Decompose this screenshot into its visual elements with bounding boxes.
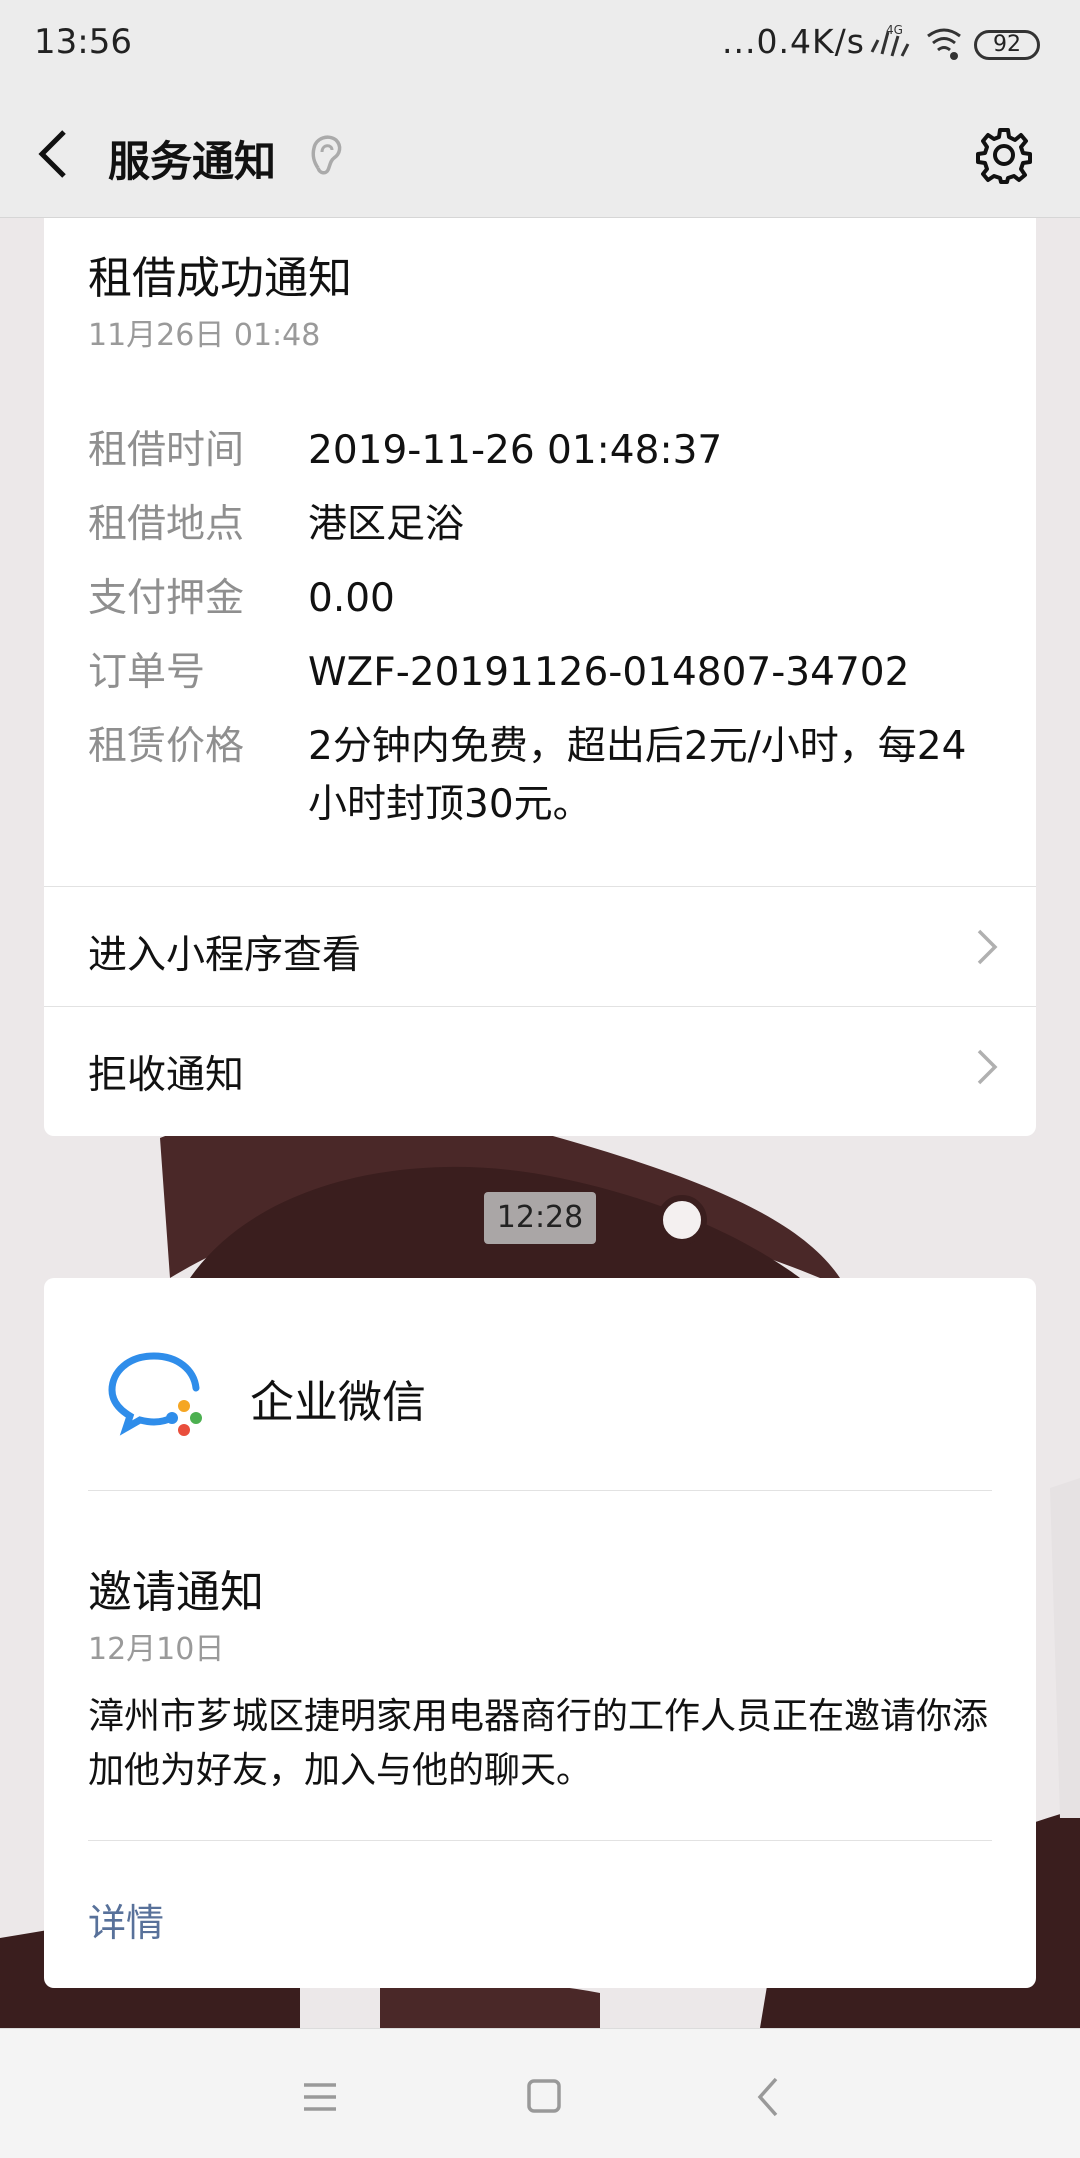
wecom-logo-icon — [108, 1352, 202, 1436]
battery-icon: 92 — [974, 30, 1040, 60]
detail-label: 支付押金 — [88, 576, 245, 621]
wifi-icon — [927, 28, 961, 60]
reject-notification-button[interactable]: 拒收通知 — [44, 1008, 1036, 1126]
status-time: 13:56 — [34, 22, 132, 62]
notification-time: 11月26日 01:48 — [88, 318, 321, 353]
notification-title: 租借成功通知 — [88, 253, 352, 304]
system-navigation-bar — [0, 2028, 1080, 2158]
menu-icon[interactable] — [290, 2069, 350, 2125]
chevron-right-icon — [977, 929, 998, 965]
detail-value: 2分钟内免费，超出后2元/小时，每24小时封顶30元。 — [308, 724, 967, 827]
invite-notification-card: 企业微信 邀请通知 12月10日 漳州市芗城区捷明家用电器商行的工作人员正在邀请… — [44, 1278, 1036, 1988]
notification-title: 邀请通知 — [88, 1567, 264, 1618]
ear-icon — [311, 135, 342, 175]
detail-label: 订单号 — [88, 650, 206, 695]
rental-notification-card: 租借成功通知 11月26日 01:48 租借时间 2019-11-26 01:4… — [44, 200, 1036, 1136]
divider — [44, 886, 1036, 887]
detail-label: 租赁价格 — [88, 724, 245, 769]
time-separator: 12:28 — [484, 1192, 596, 1244]
signal-icon: 4G — [870, 23, 910, 57]
page-title: 服务通知 — [108, 137, 277, 186]
gear-icon[interactable] — [975, 126, 1033, 184]
back-arrow-icon[interactable] — [34, 128, 74, 180]
detail-value: WZF-20191126-014807-34702 — [308, 650, 910, 695]
app-name: 企业微信 — [250, 1377, 426, 1428]
action-label: 拒收通知 — [88, 1053, 245, 1098]
open-miniprogram-button[interactable]: 进入小程序查看 — [44, 888, 1036, 1006]
detail-label: 租借地点 — [88, 502, 245, 547]
back-icon[interactable] — [740, 2069, 800, 2125]
notification-date: 12月10日 — [88, 1632, 225, 1667]
divider — [44, 1006, 1036, 1007]
detail-value: 港区足浴 — [308, 502, 465, 547]
divider — [88, 1840, 992, 1841]
divider — [88, 1490, 992, 1491]
title-bar: 服务通知 — [0, 90, 1080, 218]
action-label: 进入小程序查看 — [88, 933, 362, 978]
network-speed: ...0.4K/s — [722, 22, 865, 61]
chevron-right-icon — [977, 1049, 998, 1085]
detail-label: 租借时间 — [88, 428, 245, 473]
svg-text:4G: 4G — [886, 23, 903, 37]
notification-body: 漳州市芗城区捷明家用电器商行的工作人员正在邀请你添加他为好友，加入与他的聊天。 — [88, 1696, 989, 1791]
home-icon[interactable] — [514, 2069, 574, 2125]
detail-value: 0.00 — [308, 576, 395, 621]
status-bar: 13:56 ...0.4K/s 4G 92 — [0, 0, 1080, 90]
detail-value: 2019-11-26 01:48:37 — [308, 428, 723, 473]
details-link[interactable]: 详情 — [88, 1892, 164, 1947]
